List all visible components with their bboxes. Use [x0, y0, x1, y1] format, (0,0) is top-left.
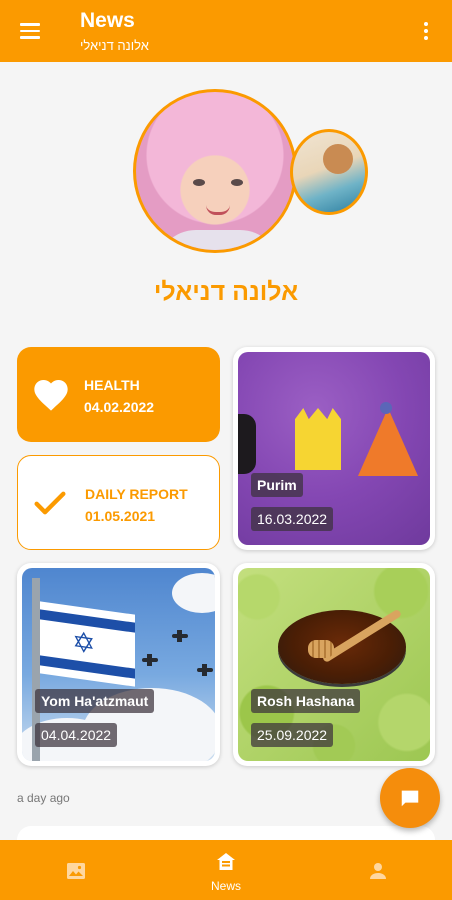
nav-news-label: News [210, 879, 241, 893]
more-vertical-icon[interactable] [418, 19, 434, 43]
person-icon [370, 863, 386, 879]
nav-profile[interactable] [362, 840, 394, 900]
yom-haatzmaut-title: Yom Ha'atzmaut [35, 689, 155, 713]
checkmark-icon [34, 491, 66, 515]
chat-bubble-icon [401, 790, 419, 807]
child-name: אלונה דניאלי [153, 278, 299, 306]
hamburger-menu-icon[interactable] [18, 19, 44, 43]
page-title: News [80, 9, 135, 32]
rosh-hashana-image: Rosh Hashana 25.09.2022 [238, 568, 430, 761]
health-date: 04.02.2022 [84, 399, 155, 415]
daily-report-card[interactable]: DAILY REPORT 01.05.2021 [17, 455, 220, 550]
post-timestamp: a day ago [17, 791, 70, 805]
yom-haatzmaut-date: 04.04.2022 [35, 723, 118, 747]
secondary-avatar[interactable] [290, 129, 368, 215]
image-icon [67, 863, 85, 879]
yom-haatzmaut-card[interactable]: ✡ Yom Ha'atzmaut 04.04.2022 [17, 563, 220, 766]
app-bar: News אלונה דניאלי [0, 0, 452, 62]
chat-button[interactable] [380, 768, 440, 828]
nav-gallery[interactable] [60, 840, 92, 900]
purim-image: Purim 16.03.2022 [238, 352, 430, 545]
purim-card[interactable]: Purim 16.03.2022 [233, 347, 435, 550]
purim-title: Purim [251, 473, 303, 497]
health-label: HEALTH [84, 377, 140, 393]
rosh-hashana-card[interactable]: Rosh Hashana 25.09.2022 [233, 563, 435, 766]
rosh-hashana-date: 25.09.2022 [251, 723, 334, 747]
daily-report-date: 01.05.2021 [85, 508, 156, 524]
bottom-nav: News [0, 840, 452, 900]
page-subtitle: אלונה דניאלי [80, 38, 149, 53]
purim-date: 16.03.2022 [251, 507, 334, 531]
nav-news[interactable]: News [196, 840, 256, 900]
health-card[interactable]: HEALTH 04.02.2022 [17, 347, 220, 442]
child-avatar[interactable] [133, 89, 297, 253]
home-icon [217, 853, 235, 870]
yom-haatzmaut-image: ✡ Yom Ha'atzmaut 04.04.2022 [22, 568, 215, 761]
daily-report-label: DAILY REPORT [85, 486, 188, 502]
heart-icon [34, 380, 68, 411]
rosh-hashana-title: Rosh Hashana [251, 689, 361, 713]
